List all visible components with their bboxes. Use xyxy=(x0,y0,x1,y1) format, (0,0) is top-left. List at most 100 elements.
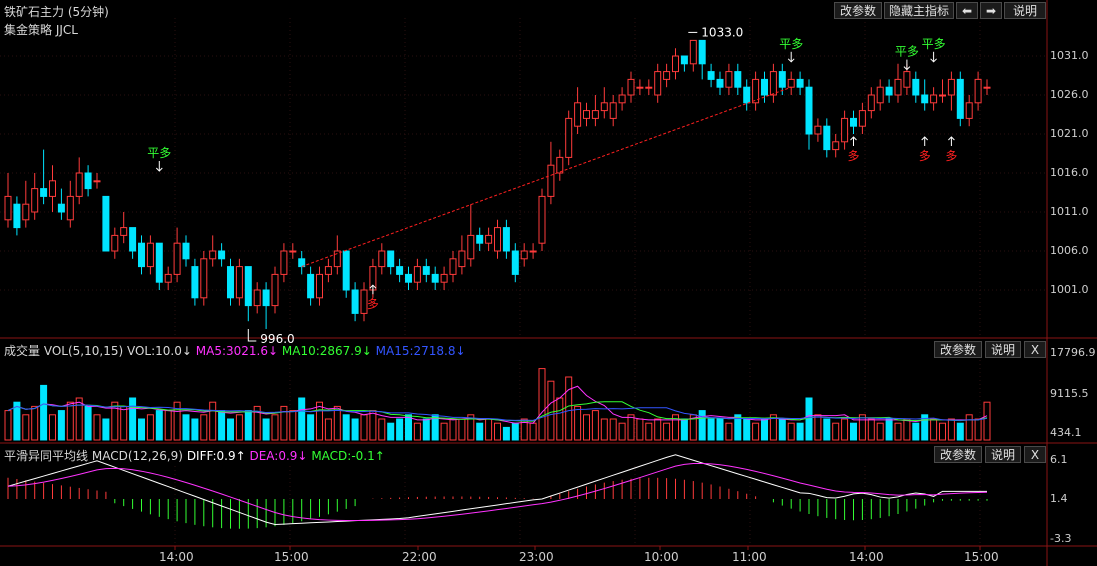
candle xyxy=(405,273,412,283)
candle xyxy=(636,86,644,89)
volume-bar xyxy=(164,410,172,441)
volume-bar xyxy=(787,422,795,441)
candle xyxy=(324,266,332,275)
volume-ma15: MA15:2718.8↓ xyxy=(375,344,466,358)
candle xyxy=(494,227,501,252)
help-button[interactable]: 说明 xyxy=(1004,2,1046,19)
candle xyxy=(609,102,617,119)
volume-ma5: MA5:3021.6↓ xyxy=(195,344,279,358)
candle xyxy=(591,110,599,119)
candle xyxy=(529,250,537,253)
candle xyxy=(867,94,875,112)
volume-bar xyxy=(903,418,911,441)
volume-bar xyxy=(716,418,724,441)
candle xyxy=(574,102,582,127)
volume-bar xyxy=(698,410,706,441)
macd-value: MACD:-0.1↑ xyxy=(311,449,385,463)
macd-close-button[interactable]: X xyxy=(1024,446,1046,463)
candle xyxy=(956,78,964,119)
candle xyxy=(725,71,733,88)
flat-long-signal: 平多 xyxy=(922,37,946,51)
macd-dea: DEA:0.9↓ xyxy=(249,449,308,463)
candle xyxy=(173,242,181,275)
volume-help-button[interactable]: 说明 xyxy=(985,341,1021,358)
volume-bar xyxy=(289,410,297,441)
volume-bar xyxy=(191,418,199,441)
macd-histogram xyxy=(7,477,988,529)
candle xyxy=(939,94,946,97)
volume-tick: 434.1 xyxy=(1050,426,1082,439)
trend-line xyxy=(301,86,792,268)
candle xyxy=(49,180,56,197)
candle xyxy=(485,234,493,244)
candle xyxy=(796,78,804,88)
candle xyxy=(164,273,172,283)
candle xyxy=(280,250,288,275)
time-tick: 23:00 xyxy=(519,550,554,564)
candle xyxy=(227,266,234,299)
volume-bar xyxy=(814,414,822,441)
volume-bar xyxy=(324,418,332,441)
candle xyxy=(271,273,279,307)
volume-bar xyxy=(850,422,857,441)
candle xyxy=(209,250,217,260)
chart-canvas[interactable]: 1033.0996.0平多平多平多平多多多多多 xyxy=(0,0,1097,566)
volume-bar xyxy=(422,418,430,441)
candle xyxy=(894,78,902,96)
candle xyxy=(761,78,768,96)
price-tick: 1006.0 xyxy=(1050,244,1089,257)
time-tick: 15:00 xyxy=(274,550,309,564)
long-signal: 多 xyxy=(367,297,379,311)
price-tick: 1031.0 xyxy=(1050,49,1089,62)
macd-params-button[interactable]: 改参数 xyxy=(934,446,982,463)
candle xyxy=(378,250,386,268)
candle xyxy=(885,86,893,96)
volume-bar xyxy=(146,414,154,441)
flat-long-signal: 平多 xyxy=(147,146,171,160)
volume-params-button[interactable]: 改参数 xyxy=(934,341,982,358)
volume-bar xyxy=(476,422,484,441)
volume-value: VOL:10.0↓ xyxy=(126,344,192,358)
volume-bar xyxy=(823,418,831,441)
candle xyxy=(743,86,751,104)
volume-bar xyxy=(743,418,751,441)
price-tick: 1021.0 xyxy=(1050,127,1089,140)
candle xyxy=(707,71,715,80)
volume-bar xyxy=(262,418,270,441)
volume-close-button[interactable]: X xyxy=(1024,341,1046,358)
prev-button[interactable]: ⬅ xyxy=(956,2,978,19)
volume-bar xyxy=(939,422,946,441)
volume-bar xyxy=(182,414,190,441)
candle xyxy=(876,86,884,104)
volume-bar xyxy=(84,405,92,441)
candle xyxy=(75,172,83,197)
candle xyxy=(680,55,688,65)
candle xyxy=(253,289,261,307)
macd-title: 平滑异同平均线 MACD(12,26,9) DIFF:0.9↑ DEA:0.9↓… xyxy=(4,447,385,464)
volume-bar xyxy=(627,414,635,441)
volume-bar xyxy=(155,410,163,441)
next-button[interactable]: ➡ xyxy=(980,2,1002,19)
low-marker xyxy=(247,329,257,342)
change-params-button[interactable]: 改参数 xyxy=(834,2,882,19)
candle xyxy=(102,195,110,252)
macd-help-button[interactable]: 说明 xyxy=(985,446,1021,463)
volume-bar xyxy=(271,414,279,441)
volume-bar xyxy=(680,418,688,441)
candle xyxy=(912,78,920,96)
volume-bar xyxy=(316,401,323,441)
candle xyxy=(244,266,252,307)
candle xyxy=(111,234,119,252)
volume-bar xyxy=(413,422,421,441)
volume-bar xyxy=(200,414,208,441)
time-tick: 14:00 xyxy=(849,550,884,564)
volume-bar xyxy=(565,376,573,441)
long-signal: 多 xyxy=(919,149,931,163)
flat-long-signal: 平多 xyxy=(779,37,803,51)
candle xyxy=(129,227,137,252)
volume-bar xyxy=(333,405,341,441)
candle xyxy=(120,227,128,236)
hide-main-indicator-button[interactable]: 隐藏主指标 xyxy=(884,2,954,19)
price-tick: 1011.0 xyxy=(1050,205,1089,218)
candle xyxy=(547,164,555,197)
